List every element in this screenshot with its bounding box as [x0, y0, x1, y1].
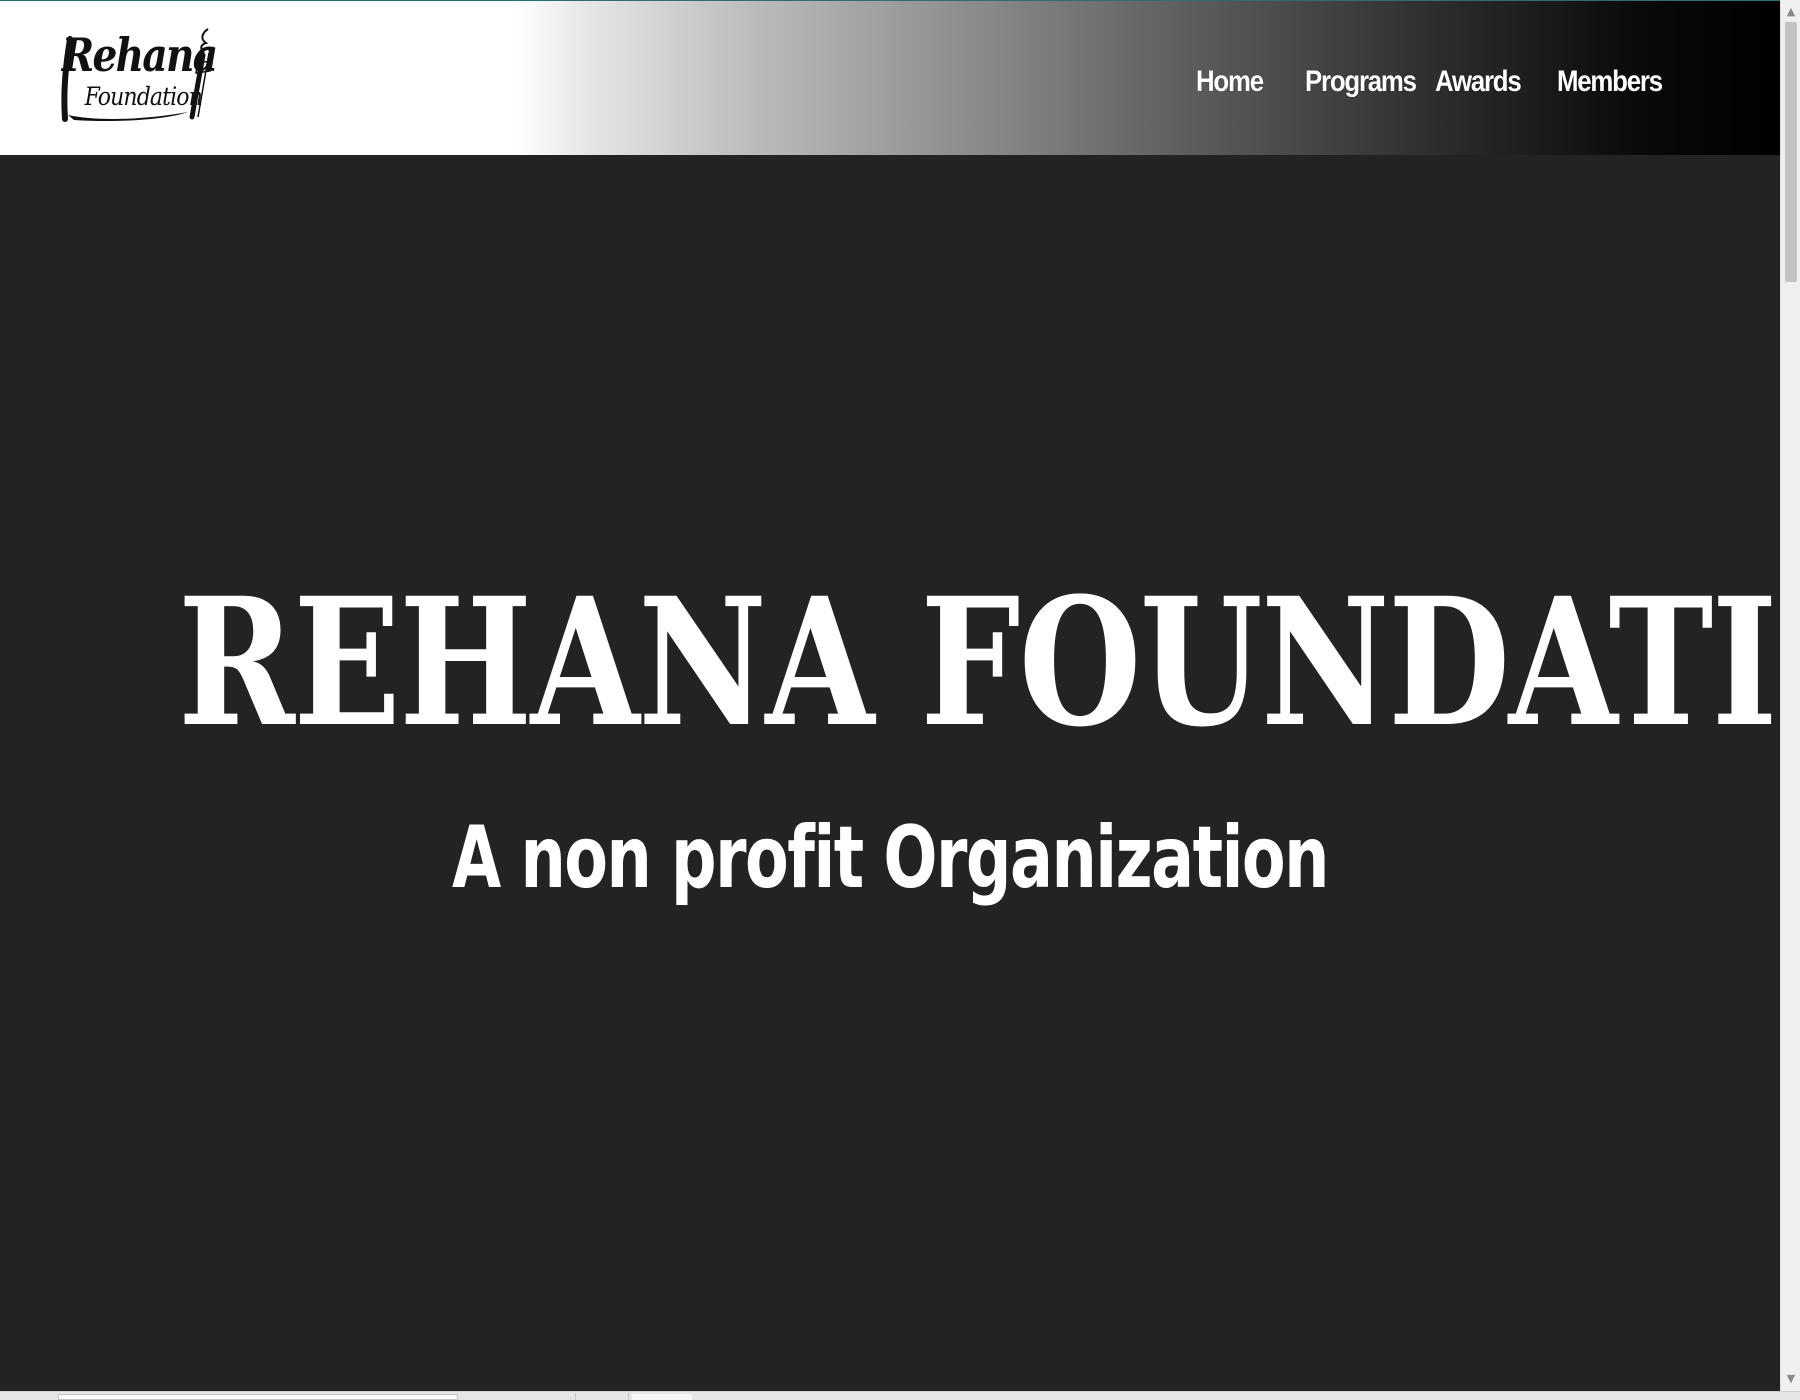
- vertical-scroll-thumb[interactable]: [1785, 22, 1797, 282]
- page-viewport: Rehana Foundation Home Programs Awards M…: [0, 0, 1780, 1391]
- site-header: Rehana Foundation Home Programs Awards M…: [0, 0, 1780, 155]
- svg-text:Foundation: Foundation: [84, 82, 202, 112]
- svg-text:Rehana: Rehana: [61, 29, 217, 83]
- horizontal-scroll-thumb[interactable]: [58, 1394, 458, 1400]
- rehana-foundation-logo: Rehana Foundation: [61, 28, 218, 122]
- scrollbar-divider: [575, 1393, 576, 1400]
- vertical-scrollbar[interactable]: ▲ ▼: [1780, 0, 1800, 1391]
- nav-link-awards[interactable]: Awards: [1435, 65, 1522, 99]
- scrollbar-divider: [628, 1393, 629, 1400]
- main-navigation: Home Programs Awards Members: [1196, 59, 1667, 105]
- nav-link-home[interactable]: Home: [1196, 65, 1264, 99]
- site-logo[interactable]: Rehana Foundation: [60, 19, 230, 134]
- triangle-down-icon[interactable]: ▼: [1781, 1369, 1800, 1389]
- hero-title: REHANA FOUNDATION: [178, 559, 1780, 766]
- nav-link-members[interactable]: Members: [1557, 65, 1663, 99]
- horizontal-scrollbar[interactable]: [0, 1391, 1800, 1400]
- scrollbar-segment: [632, 1394, 692, 1400]
- nav-link-programs[interactable]: Programs: [1305, 65, 1417, 99]
- hero-subtitle: A non profit Organization: [452, 808, 1329, 908]
- triangle-up-icon[interactable]: ▲: [1781, 2, 1800, 22]
